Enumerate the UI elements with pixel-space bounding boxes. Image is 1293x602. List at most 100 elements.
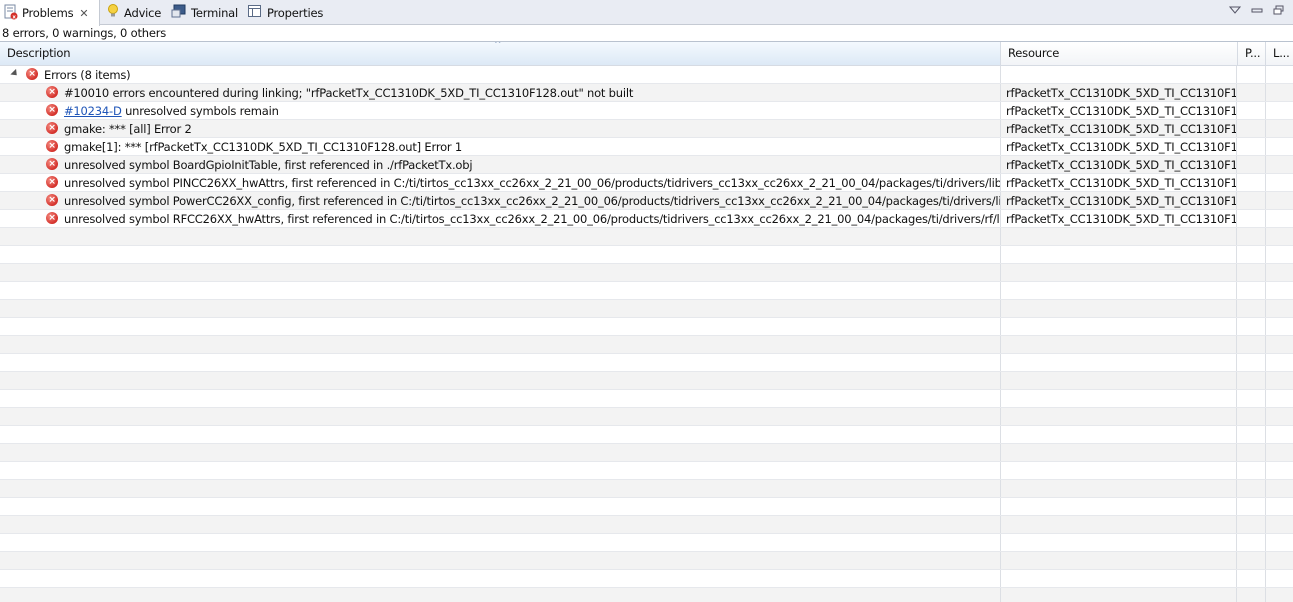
error-icon: × [46, 158, 58, 170]
error-description: unresolved symbol BoardGpioInitTable, fi… [64, 156, 473, 173]
error-message: unresolved symbol RFCC26XX_hwAttrs, firs… [64, 212, 1001, 226]
error-icon: × [46, 122, 58, 134]
resource-cell: rfPacketTx_CC1310DK_5XD_TI_CC1310F128 [1001, 174, 1237, 191]
table-row[interactable]: × unresolved symbol PINCC26XX_hwAttrs, fi… [0, 174, 1293, 192]
error-icon: × [46, 86, 58, 98]
empty-row [0, 570, 1293, 588]
location-cell [1266, 138, 1293, 155]
properties-icon [247, 3, 263, 22]
location-cell [1266, 174, 1293, 191]
error-code-link[interactable]: #10234-D [64, 104, 122, 118]
table-row[interactable]: × gmake[1]: *** [rfPacketTx_CC1310DK_5XD_… [0, 138, 1293, 156]
resource-cell: rfPacketTx_CC1310DK_5XD_TI_CC1310F128 [1001, 102, 1237, 119]
column-location[interactable]: L... [1266, 42, 1293, 65]
location-cell [1266, 192, 1293, 209]
error-description: unresolved symbol RFCC26XX_hwAttrs, firs… [64, 210, 1001, 227]
resource-cell: rfPacketTx_CC1310DK_5XD_TI_CC1310F128 [1001, 156, 1237, 173]
location-cell [1266, 210, 1293, 227]
empty-row [0, 516, 1293, 534]
tab-terminal[interactable]: Terminal [171, 0, 238, 25]
table-row[interactable]: × #10234-D unresolved symbols remain rfPac… [0, 102, 1293, 120]
empty-row [0, 318, 1293, 336]
maximize-icon[interactable] [1273, 4, 1285, 16]
view-tab-bar: x Problems ✕ Advice Terminal Properties [0, 0, 1293, 26]
empty-row [0, 480, 1293, 498]
empty-row [0, 408, 1293, 426]
empty-row [0, 246, 1293, 264]
path-cell [1238, 102, 1266, 119]
tab-label: Terminal [191, 5, 238, 20]
path-cell [1238, 174, 1266, 191]
problems-table: ^ Description Resource P... L... × Error… [0, 41, 1293, 602]
column-resource[interactable]: Resource [1001, 42, 1238, 65]
error-message: gmake[1]: *** [rfPacketTx_CC1310DK_5XD_T… [64, 140, 463, 154]
tab-label: Problems [22, 6, 74, 20]
resource-cell: rfPacketTx_CC1310DK_5XD_TI_CC1310F128 [1001, 192, 1237, 209]
error-message: unresolved symbols remain [121, 104, 279, 118]
empty-row [0, 552, 1293, 570]
column-description-label: Description [7, 46, 71, 60]
tab-label: Advice [124, 5, 162, 20]
error-icon: × [46, 140, 58, 152]
column-location-label: L... [1273, 46, 1290, 60]
description-cell: × #10234-D unresolved symbols remain [0, 102, 1001, 119]
error-description: #10234-D unresolved symbols remain [64, 102, 279, 119]
resource-cell: rfPacketTx_CC1310DK_5XD_TI_CC1310F128 [1001, 138, 1237, 155]
tab-properties[interactable]: Properties [247, 0, 323, 25]
location-cell [1266, 84, 1293, 101]
error-description: unresolved symbol PowerCC26XX_config, fi… [64, 192, 1001, 209]
table-row[interactable]: × unresolved symbol PowerCC26XX_config, f… [0, 192, 1293, 210]
empty-row [0, 426, 1293, 444]
description-cell: × unresolved symbol BoardGpioInitTable, f… [0, 156, 1001, 173]
description-cell: × gmake[1]: *** [rfPacketTx_CC1310DK_5XD_… [0, 138, 1001, 155]
view-controls [1229, 4, 1285, 16]
empty-row [0, 444, 1293, 462]
location-cell [1266, 102, 1293, 119]
error-message: unresolved symbol PINCC26XX_hwAttrs, fir… [64, 176, 1001, 190]
empty-row [0, 300, 1293, 318]
empty-row [0, 282, 1293, 300]
error-icon: × [46, 194, 58, 206]
location-cell [1266, 156, 1293, 173]
path-cell [1238, 120, 1266, 137]
close-icon[interactable]: ✕ [79, 7, 88, 20]
empty-row [0, 372, 1293, 390]
column-path[interactable]: P... [1238, 42, 1266, 65]
terminal-icon [171, 3, 187, 22]
table-body: × Errors (8 items) × #10010 errors encoun… [0, 66, 1293, 602]
column-resource-label: Resource [1008, 46, 1060, 60]
column-description[interactable]: ^ Description [0, 42, 1001, 65]
empty-row [0, 588, 1293, 602]
sort-ascending-icon: ^ [494, 42, 502, 50]
location-cell [1266, 120, 1293, 137]
expand-toggle-icon[interactable] [10, 68, 20, 79]
group-row-errors[interactable]: × Errors (8 items) [0, 66, 1293, 84]
minimize-icon[interactable] [1251, 4, 1263, 16]
resource-cell: rfPacketTx_CC1310DK_5XD_TI_CC1310F128 [1001, 84, 1237, 101]
empty-row [0, 354, 1293, 372]
error-message: unresolved symbol PowerCC26XX_config, fi… [64, 194, 1001, 208]
tab-problems[interactable]: x Problems ✕ [0, 0, 100, 26]
empty-row [0, 534, 1293, 552]
table-row[interactable]: × gmake: *** [all] Error 2 rfPacketTx_CC13… [0, 120, 1293, 138]
resource-cell: rfPacketTx_CC1310DK_5XD_TI_CC1310F128 [1001, 210, 1237, 227]
empty-row [0, 228, 1293, 246]
table-row[interactable]: × unresolved symbol BoardGpioInitTable, f… [0, 156, 1293, 174]
empty-row [0, 264, 1293, 282]
problems-summary: 8 errors, 0 warnings, 0 others [2, 26, 167, 40]
tab-advice[interactable]: Advice [106, 0, 161, 25]
error-description: gmake[1]: *** [rfPacketTx_CC1310DK_5XD_T… [64, 138, 462, 155]
empty-row [0, 498, 1293, 516]
error-icon: × [46, 104, 58, 116]
table-row[interactable]: × unresolved symbol RFCC26XX_hwAttrs, fir… [0, 210, 1293, 228]
path-cell [1238, 84, 1266, 101]
error-description: gmake: *** [all] Error 2 [64, 120, 192, 137]
error-icon: × [26, 68, 38, 80]
table-row[interactable]: × #10010 errors encountered during linkin… [0, 84, 1293, 102]
error-message: unresolved symbol BoardGpioInitTable, fi… [64, 158, 473, 172]
column-path-label: P... [1245, 46, 1261, 60]
description-cell: × unresolved symbol PowerCC26XX_config, f… [0, 192, 1001, 209]
tab-label: Properties [267, 5, 324, 20]
description-cell: × unresolved symbol RFCC26XX_hwAttrs, fir… [0, 210, 1001, 227]
view-menu-icon[interactable] [1229, 4, 1241, 16]
